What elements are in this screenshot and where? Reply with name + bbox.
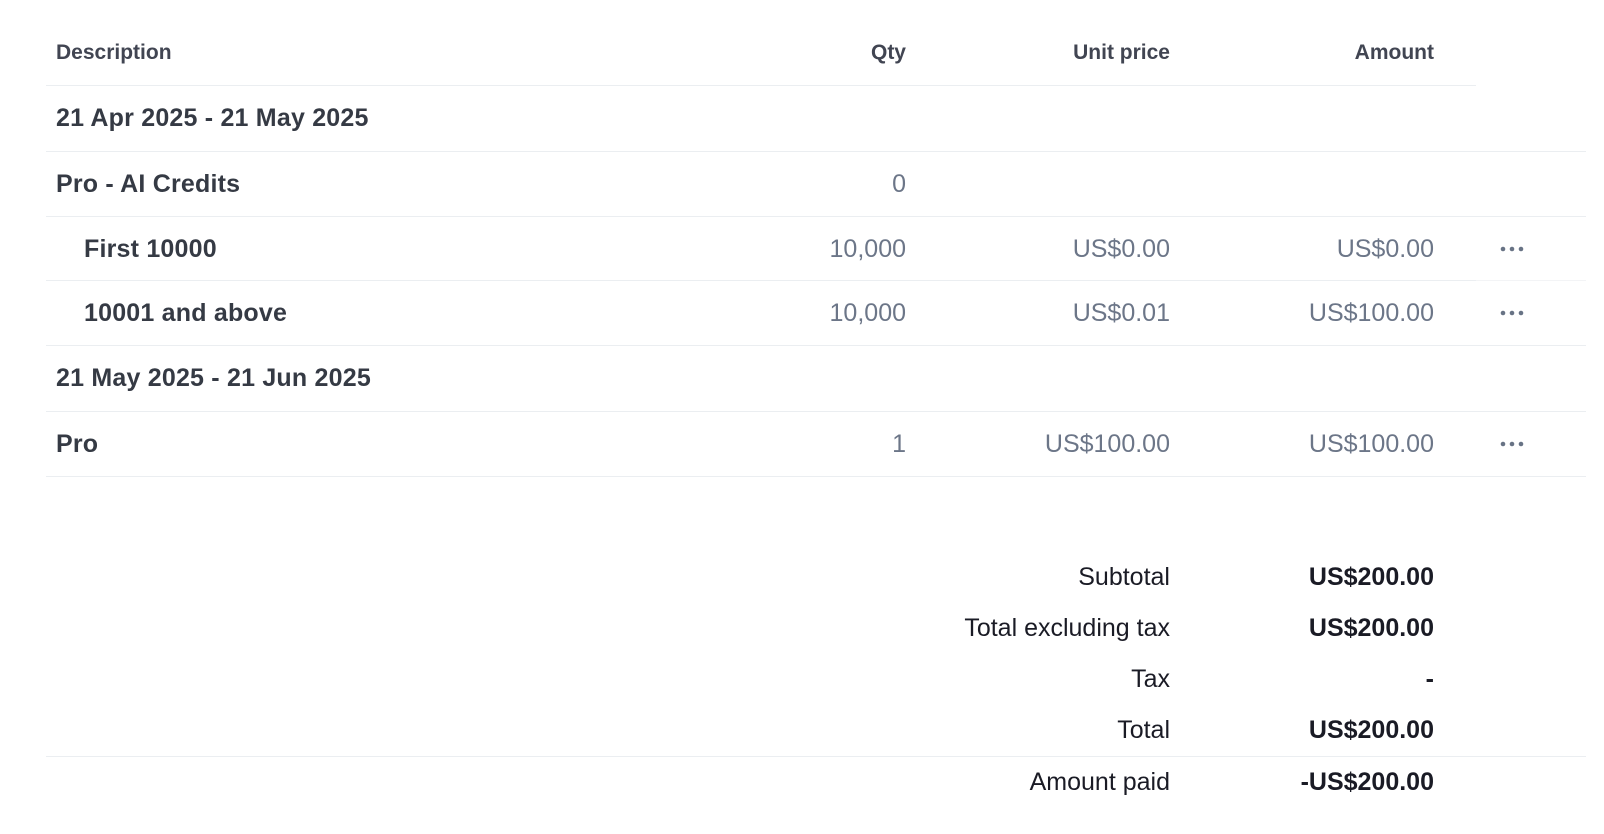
period-label: 21 Apr 2025 - 21 May 2025 xyxy=(56,104,369,132)
line-item-qty: 1 xyxy=(892,429,906,458)
column-header-unit-price: Unit price xyxy=(1073,41,1170,64)
line-item-description: Pro - AI Credits xyxy=(56,169,241,198)
tax-label: Tax xyxy=(1131,665,1170,693)
total-excluding-tax-label: Total excluding tax xyxy=(964,614,1170,642)
summary-row-total: Total US$200.00 xyxy=(46,705,1586,756)
row-actions-button[interactable] xyxy=(1494,217,1530,281)
line-item-qty: 10,000 xyxy=(829,234,906,263)
summary-row-amount-paid: Amount paid -US$200.00 xyxy=(46,756,1586,808)
line-item-amount: US$100.00 xyxy=(1308,298,1434,327)
line-item-description: First 10000 xyxy=(84,234,217,263)
table-row: Pro - AI Credits 0 xyxy=(46,152,1586,217)
line-item-description: 10001 and above xyxy=(84,298,288,327)
line-item-amount: US$0.00 xyxy=(1336,234,1434,263)
more-horizontal-icon xyxy=(1500,441,1524,447)
line-item-amount: US$100.00 xyxy=(1308,429,1434,458)
total-value: US$200.00 xyxy=(1308,716,1434,744)
table-row: 10001 and above 10,000 US$0.01 US$100.00 xyxy=(46,281,1586,346)
line-item-unit-price: US$0.01 xyxy=(1072,298,1170,327)
period-group-row: 21 May 2025 - 21 Jun 2025 xyxy=(46,346,1586,412)
line-item-unit-price: US$100.00 xyxy=(1044,429,1170,458)
tax-value: - xyxy=(1425,665,1434,693)
column-header-qty: Qty xyxy=(870,41,906,64)
table-row: Pro 1 US$100.00 US$100.00 xyxy=(46,412,1586,477)
subtotal-value: US$200.00 xyxy=(1308,563,1434,591)
amount-paid-value: -US$200.00 xyxy=(1300,768,1434,796)
more-horizontal-icon xyxy=(1500,246,1524,252)
invoice-line-items-table: Description Qty Unit price Amount 21 Apr… xyxy=(46,20,1586,477)
row-actions-button[interactable] xyxy=(1494,412,1530,476)
column-header-description: Description xyxy=(56,41,172,64)
line-item-qty: 10,000 xyxy=(829,298,906,327)
line-item-unit-price: US$0.00 xyxy=(1072,234,1170,263)
summary-row-tax: Tax - xyxy=(46,654,1586,705)
row-actions-button[interactable] xyxy=(1494,281,1530,345)
line-item-qty: 0 xyxy=(892,169,906,198)
total-excluding-tax-value: US$200.00 xyxy=(1308,614,1434,642)
amount-paid-label: Amount paid xyxy=(1029,768,1170,796)
table-header-row: Description Qty Unit price Amount xyxy=(46,20,1586,86)
period-label: 21 May 2025 - 21 Jun 2025 xyxy=(56,364,371,392)
total-label: Total xyxy=(1117,716,1170,744)
more-horizontal-icon xyxy=(1500,310,1524,316)
line-item-description: Pro xyxy=(56,429,99,458)
period-group-row: 21 Apr 2025 - 21 May 2025 xyxy=(46,86,1586,152)
column-header-amount: Amount xyxy=(1354,41,1434,64)
subtotal-label: Subtotal xyxy=(1078,563,1170,591)
summary-row-subtotal: Subtotal US$200.00 xyxy=(46,552,1586,603)
table-row: First 10000 10,000 US$0.00 US$0.00 xyxy=(46,217,1586,281)
invoice-summary: Subtotal US$200.00 Total excluding tax U… xyxy=(46,552,1586,808)
summary-row-total-excluding-tax: Total excluding tax US$200.00 xyxy=(46,603,1586,654)
